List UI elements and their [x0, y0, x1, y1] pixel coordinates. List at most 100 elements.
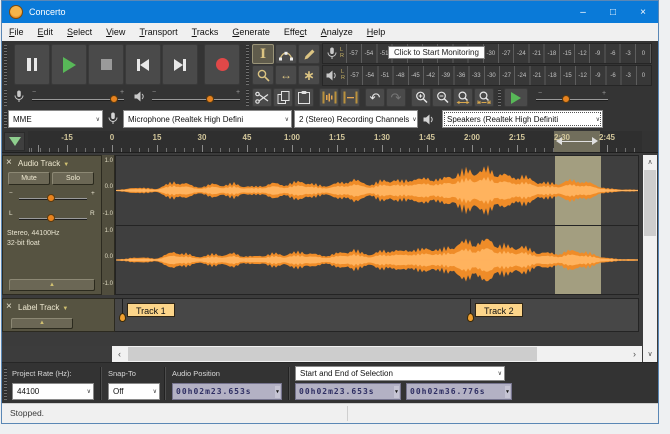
- audio-track-close-button[interactable]: ×: [6, 158, 12, 168]
- scroll-left-icon[interactable]: ‹: [112, 346, 127, 362]
- menu-effect[interactable]: Effect: [277, 23, 314, 41]
- label-marker-icon[interactable]: [467, 313, 474, 322]
- timeline-tick-label: 2:45: [593, 133, 621, 142]
- label-track-title[interactable]: Label Track▼: [18, 303, 68, 312]
- paste-button[interactable]: [294, 88, 314, 107]
- snap-to-select[interactable]: Off∨: [108, 383, 160, 400]
- minimize-button[interactable]: –: [568, 1, 598, 23]
- menu-view[interactable]: View: [99, 23, 132, 41]
- pan-slider-handle[interactable]: [47, 214, 55, 222]
- audio-host-select[interactable]: MME∨: [8, 110, 103, 128]
- fit-project-button[interactable]: [474, 88, 494, 107]
- collapse-track-button[interactable]: ▲: [11, 318, 73, 329]
- edit-grip[interactable]: [246, 89, 249, 106]
- mute-button[interactable]: Mute: [8, 172, 50, 185]
- zoom-in-button[interactable]: [411, 88, 431, 107]
- label-chip[interactable]: Track 2: [475, 303, 523, 317]
- collapse-track-button[interactable]: ▲: [9, 279, 95, 291]
- pause-button[interactable]: [14, 44, 50, 85]
- cut-button[interactable]: [252, 88, 272, 107]
- playback-volume-handle[interactable]: [206, 95, 214, 103]
- skip-to-end-button[interactable]: [162, 44, 198, 85]
- audio-position-field[interactable]: 00h02m23.653s▼: [172, 383, 282, 400]
- horizontal-scrollbar[interactable]: ‹ ›: [112, 346, 642, 362]
- transport-grip[interactable]: [4, 45, 7, 85]
- playback-device-select[interactable]: Speakers (Realtek High Definiti∨: [442, 110, 603, 128]
- fit-selection-button[interactable]: [453, 88, 473, 107]
- play-at-speed-button[interactable]: [504, 88, 528, 107]
- label-track-close-button[interactable]: ×: [6, 302, 12, 312]
- close-button[interactable]: ×: [628, 1, 658, 23]
- timeline-tick-label: 1:45: [413, 133, 441, 142]
- menu-file[interactable]: File: [2, 23, 31, 41]
- device-grip[interactable]: [4, 111, 7, 128]
- menu-edit[interactable]: Edit: [31, 23, 61, 41]
- label-marker-icon[interactable]: [119, 313, 126, 322]
- recording-device-icon: [108, 112, 118, 125]
- menu-analyze[interactable]: Analyze: [314, 23, 360, 41]
- envelope-tool-button[interactable]: [275, 44, 297, 64]
- title-bar[interactable]: Concerto – □ ×: [2, 1, 658, 23]
- timeline-pin-button[interactable]: [4, 132, 25, 151]
- horizontal-scrollbar-thumb[interactable]: [128, 347, 537, 361]
- tools-grip[interactable]: [246, 45, 249, 85]
- play-at-speed-grip[interactable]: [498, 89, 501, 106]
- menu-help[interactable]: Help: [360, 23, 393, 41]
- project-rate-select[interactable]: 44100∨: [12, 383, 94, 400]
- record-button[interactable]: [204, 44, 240, 85]
- scroll-up-icon[interactable]: ∧: [643, 155, 657, 169]
- selection-mode-select[interactable]: Start and End of Selection∨: [295, 366, 505, 381]
- menu-transport[interactable]: Transport: [132, 23, 184, 41]
- playback-meter[interactable]: LR -57-54-51-48-45-42-39-36-33-30-27-24-…: [322, 65, 652, 86]
- meter-tick-label: -27: [498, 51, 513, 57]
- skip-to-start-button[interactable]: [125, 44, 161, 85]
- undo-button[interactable]: ↶: [365, 88, 385, 107]
- copy-button[interactable]: [273, 88, 293, 107]
- recording-device-select[interactable]: Microphone (Realtek High Defini∨: [123, 110, 292, 128]
- zoom-tool-button[interactable]: [252, 65, 274, 85]
- trim-audio-button[interactable]: [319, 88, 339, 107]
- redo-button[interactable]: ↷: [386, 88, 406, 107]
- selection-start-field[interactable]: 00h02m23.653s▼: [295, 383, 401, 400]
- menu-select[interactable]: Select: [60, 23, 99, 41]
- selection-toolbar-grip[interactable]: [4, 367, 7, 400]
- selection-tool-button[interactable]: I: [252, 44, 274, 64]
- scroll-right-icon[interactable]: ›: [627, 346, 642, 362]
- stop-button[interactable]: [88, 44, 124, 85]
- vertical-scrollbar-thumb[interactable]: [644, 170, 656, 236]
- mixer-grip[interactable]: [4, 89, 7, 106]
- timeline-ruler[interactable]: -1501530451:001:151:301:452:002:152:302:…: [28, 131, 642, 152]
- time-shift-tool-button[interactable]: ↔: [275, 65, 297, 85]
- scroll-down-icon[interactable]: ∨: [643, 346, 657, 362]
- timeline-tick-label: 30: [188, 133, 216, 142]
- waveform-view[interactable]: [115, 155, 639, 295]
- menu-tracks[interactable]: Tracks: [185, 23, 226, 41]
- track-format-info: Stereo, 44100Hz: [7, 230, 60, 237]
- waveform-channel-left[interactable]: [116, 156, 638, 226]
- solo-button[interactable]: Solo: [52, 172, 94, 185]
- waveform-channel-right[interactable]: [116, 226, 638, 294]
- zoom-out-button[interactable]: [432, 88, 452, 107]
- playback-volume-slider[interactable]: [152, 99, 240, 100]
- play-speed-slider[interactable]: [536, 99, 608, 100]
- vertical-scrollbar[interactable]: ∧: [643, 155, 657, 346]
- silence-audio-button[interactable]: [340, 88, 360, 107]
- draw-tool-button[interactable]: [298, 44, 320, 64]
- menu-generate[interactable]: Generate: [225, 23, 277, 41]
- multi-tool-button[interactable]: ∗: [298, 65, 320, 85]
- recording-volume-handle[interactable]: [110, 95, 118, 103]
- recording-channels-select[interactable]: 2 (Stereo) Recording Channels∨: [294, 110, 418, 128]
- label-chip[interactable]: Track 1: [127, 303, 175, 317]
- label-track-content[interactable]: Track 1 Track 2: [115, 298, 639, 332]
- selection-end-field[interactable]: 00h02m36.776s▼: [406, 383, 512, 400]
- meter-tick-label: -9: [590, 51, 605, 57]
- audio-track-title[interactable]: Audio Track▼: [18, 159, 69, 168]
- play-button[interactable]: [51, 44, 87, 85]
- play-speed-handle[interactable]: [562, 95, 570, 103]
- gain-slider-handle[interactable]: [47, 194, 55, 202]
- label-stem: [470, 299, 471, 314]
- meter-tick-label: -57: [346, 51, 361, 57]
- maximize-button[interactable]: □: [598, 1, 628, 23]
- field-dropdown-icon: ▼: [275, 386, 280, 398]
- recording-meter[interactable]: LR -57-54-51-48-45-42-39-36-33-30-27-24-…: [322, 43, 652, 64]
